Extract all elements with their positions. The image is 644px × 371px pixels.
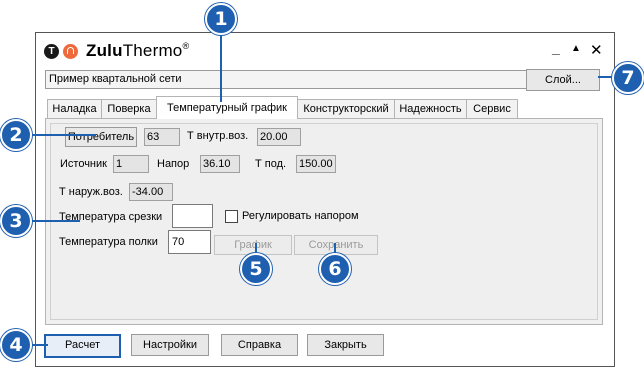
callout-1-line bbox=[220, 24, 222, 102]
callout-2-line bbox=[28, 134, 96, 136]
save-button[interactable]: Сохранить bbox=[294, 235, 378, 255]
panel-content: Потребитель 63 Т внутр.воз. 20.00 Источн… bbox=[50, 123, 598, 320]
logo-t-icon: T bbox=[44, 44, 59, 59]
shelf-temperature-input[interactable]: 70 bbox=[168, 230, 211, 254]
help-button[interactable]: Справка bbox=[221, 334, 298, 356]
callout-3: 3 bbox=[0, 205, 32, 237]
callout-6: 6 bbox=[319, 253, 351, 285]
tab-servis[interactable]: Сервис bbox=[466, 99, 518, 118]
t-outer-value: -34.00 bbox=[129, 183, 173, 201]
t-inner-label: Т внутр.воз. bbox=[187, 130, 249, 142]
network-name-field[interactable]: Пример квартальной сети bbox=[45, 70, 531, 89]
consumer-button[interactable]: Потребитель bbox=[65, 127, 137, 147]
maximize-button[interactable]: ▲ bbox=[571, 43, 581, 54]
callout-7: 7 bbox=[612, 62, 644, 94]
consumer-value: 63 bbox=[144, 128, 180, 146]
graph-button[interactable]: График bbox=[214, 235, 292, 255]
head-value: 36.10 bbox=[200, 155, 240, 173]
source-value: 1 bbox=[113, 155, 149, 173]
app-title-rest: Thermo bbox=[122, 41, 183, 60]
callout-2: 2 bbox=[0, 119, 32, 151]
tab-temperature-graph[interactable]: Температурный график bbox=[156, 96, 298, 119]
shelf-label: Температура полки bbox=[59, 236, 158, 248]
calculate-button[interactable]: Расчет bbox=[44, 334, 121, 358]
close-window-button[interactable]: ✕ bbox=[590, 41, 603, 59]
title-bar: T ZuluThermo® _ ▲ ✕ bbox=[36, 33, 614, 67]
close-dialog-button[interactable]: Закрыть bbox=[307, 334, 384, 356]
app-title: ZuluThermo® bbox=[86, 41, 189, 61]
settings-button[interactable]: Настройки bbox=[131, 334, 209, 356]
logo-flame-icon bbox=[63, 44, 78, 59]
t-inner-value: 20.00 bbox=[257, 128, 301, 146]
t-supply-label: Т под. bbox=[255, 158, 287, 170]
minimize-button[interactable]: _ bbox=[552, 40, 560, 56]
zulu-thermo-window: T ZuluThermo® _ ▲ ✕ Пример квартальной с… bbox=[35, 32, 615, 367]
tab-naladka[interactable]: Наладка bbox=[47, 99, 102, 118]
t-supply-value: 150.00 bbox=[296, 155, 336, 173]
regulate-by-head-checkbox[interactable] bbox=[225, 210, 238, 223]
cutoff-temperature-input[interactable] bbox=[172, 204, 213, 228]
t-outer-label: Т наруж.воз. bbox=[59, 186, 123, 198]
callout-4: 4 bbox=[0, 329, 32, 361]
tab-nadezhnost[interactable]: Надежность bbox=[394, 99, 467, 118]
layer-button[interactable]: Слой... bbox=[526, 69, 600, 91]
registered-mark: ® bbox=[182, 41, 190, 51]
head-label: Напор bbox=[157, 158, 190, 170]
regulate-by-head-label: Регулировать напором bbox=[242, 210, 359, 222]
tab-poverka[interactable]: Поверка bbox=[101, 99, 157, 118]
temperature-graph-panel: Потребитель 63 Т внутр.воз. 20.00 Источн… bbox=[45, 118, 603, 325]
source-label: Источник bbox=[60, 158, 107, 170]
app-title-bold: Zulu bbox=[86, 41, 123, 60]
callout-3-line bbox=[28, 220, 80, 222]
tab-konstruktorsky[interactable]: Конструкторский bbox=[297, 99, 395, 118]
callout-1: 1 bbox=[205, 3, 237, 35]
callout-5: 5 bbox=[240, 253, 272, 285]
